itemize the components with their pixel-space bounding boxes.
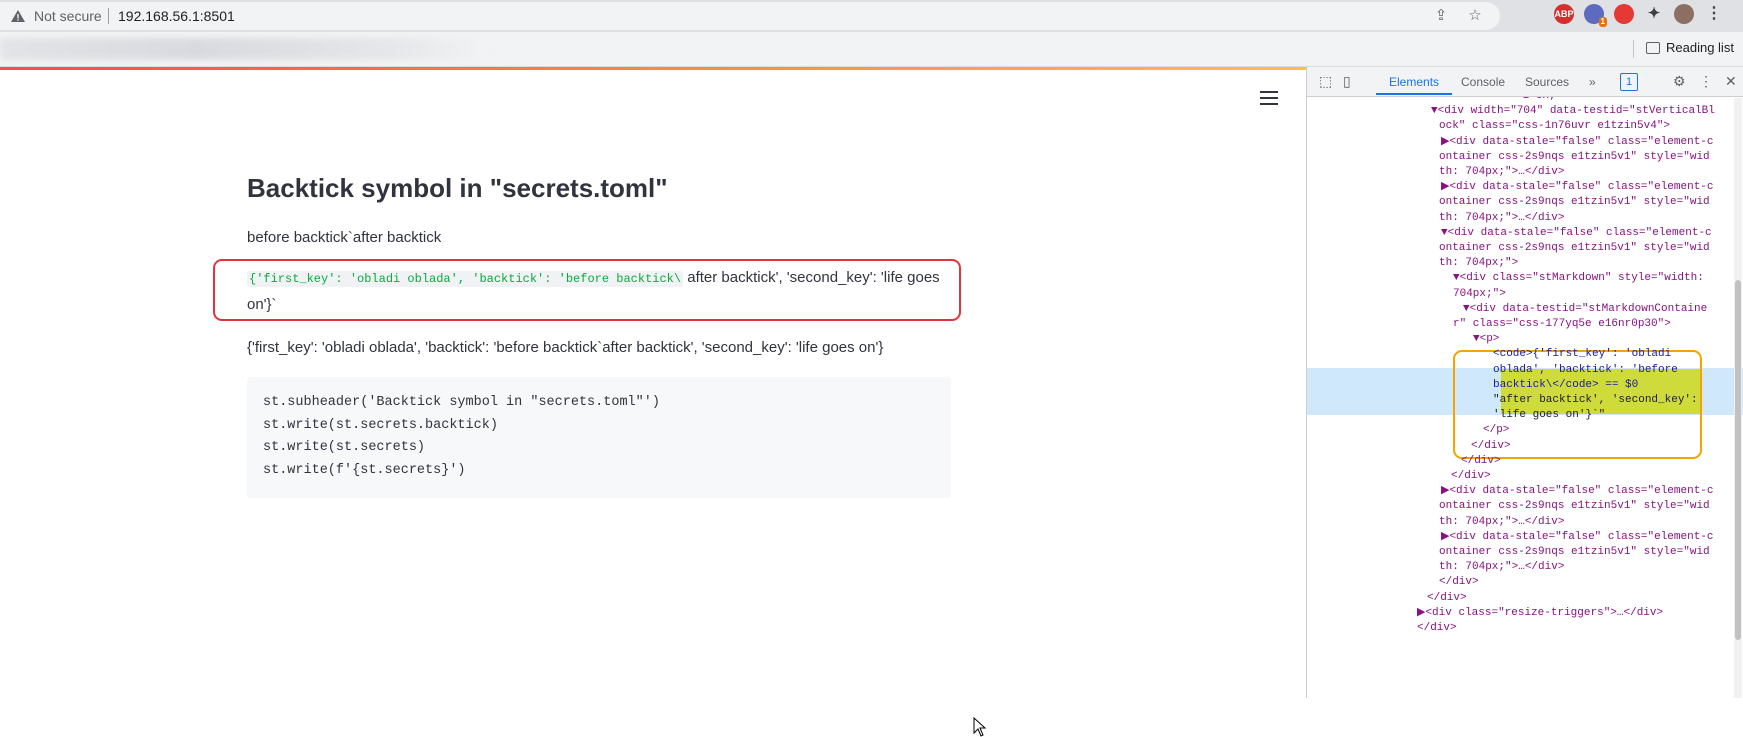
avatar[interactable] [1674, 4, 1694, 24]
dom-tree-line[interactable]: ▶<div data-stale="false" class="element-… [1441, 180, 1714, 195]
more-tabs-icon[interactable]: » [1589, 75, 1596, 89]
dom-tree-line[interactable]: "after backtick', 'second_key': [1493, 393, 1698, 408]
dom-tree-line[interactable]: ▼<p> [1473, 332, 1499, 347]
dom-tree-line[interactable]: ontainer css-2s9nqs e1tzin5v1" style="wi… [1439, 499, 1710, 514]
dom-tree-line[interactable]: ▶<div data-stale="false" class="element-… [1441, 484, 1714, 499]
dom-tree-line[interactable]: ock" class="css-1n76uvr e1tzin5v4"> [1439, 119, 1670, 134]
dom-tree-line[interactable]: ontainer css-2s9nqs e1tzin5v1" style="wi… [1439, 150, 1710, 165]
close-devtools-icon[interactable]: ✕ [1725, 73, 1737, 90]
extension-red-icon[interactable] [1614, 4, 1634, 24]
devtools-menu-icon[interactable]: ⋮ [1699, 73, 1713, 90]
page-subheader: Backtick symbol in "secrets.toml" [247, 173, 668, 203]
dom-tree-line[interactable]: 'life goes on'}`" [1493, 408, 1605, 423]
url-text[interactable]: 192.168.56.1:8501 [118, 8, 235, 24]
dom-tree-line[interactable]: </div> [1427, 591, 1467, 606]
annotation-red-box [213, 259, 961, 321]
devtools-scroll-thumb[interactable] [1735, 280, 1741, 640]
settings-gear-icon[interactable]: ⚙ [1673, 73, 1686, 90]
dom-tree-line[interactable]: </div> [1471, 439, 1511, 454]
puzzle-icon[interactable]: ✦ [1644, 4, 1664, 24]
dom-tree-line[interactable]: </div> [1451, 469, 1491, 484]
inspect-icon[interactable]: ⬚ [1319, 73, 1332, 90]
reading-list-icon [1646, 41, 1660, 54]
mouse-cursor-icon [973, 717, 987, 737]
security-label[interactable]: Not secure [34, 8, 102, 24]
extension-badge: 1 [1598, 17, 1607, 27]
dom-tree-line[interactable]: oblada', 'backtick': 'before [1493, 363, 1678, 378]
devtools-panel: ⬚ ▯ Elements Console Sources » 1 ⚙ ⋮ ✕ i… [1306, 67, 1743, 698]
adblock-icon[interactable]: ABP [1554, 4, 1574, 24]
dom-tree-line[interactable]: ▼<div class="stMarkdown" style="width: [1453, 271, 1704, 286]
dom-tree-line[interactable]: th: 704px;"> [1439, 256, 1518, 271]
bookmarks-bar: Reading list [0, 32, 1743, 67]
dom-tree-line[interactable]: th: 704px;">…</div> [1439, 211, 1564, 226]
dom-tree-line[interactable]: 704px;"> [1453, 287, 1506, 302]
dom-tree-line[interactable]: ▶<div class="resize-triggers">…</div> [1417, 606, 1663, 621]
decoration-bar [0, 67, 1306, 70]
tab-sources[interactable]: Sources [1525, 75, 1569, 89]
warning-icon[interactable] [10, 9, 26, 23]
dom-tree-line[interactable]: th: 704px;">…</div> [1439, 515, 1564, 530]
share-icon[interactable]: ⇪ [1432, 7, 1450, 25]
dom-tree-line[interactable]: </div> [1439, 575, 1479, 590]
omnibox[interactable]: Not secure 192.168.56.1:8501 ⇪ ☆ [0, 2, 1500, 30]
omnibox-divider [108, 8, 109, 24]
dom-tree-line[interactable]: ontainer css-2s9nqs e1tzin5v1" style="wi… [1439, 241, 1710, 256]
active-tab-indicator [1376, 93, 1452, 95]
hamburger-menu-icon[interactable] [1260, 87, 1278, 109]
extension-icon[interactable]: 1 [1584, 4, 1607, 27]
dom-tree-line[interactable]: <code>{'first_key': 'obladi [1493, 347, 1671, 362]
dom-tree-line[interactable]: ▼<div width="704" data-testid="stVertica… [1431, 104, 1715, 119]
dom-tree-line[interactable]: ontainer css-2s9nqs e1tzin5v1" style="wi… [1439, 195, 1710, 210]
issues-badge[interactable]: 1 [1620, 73, 1639, 91]
dom-tree-line[interactable]: i-ex;"> [1417, 97, 1569, 104]
dom-tree-line[interactable]: </p> [1483, 423, 1509, 438]
devtools-tabbar: ⬚ ▯ Elements Console Sources » 1 ⚙ ⋮ ✕ [1307, 67, 1743, 97]
backtick-text: before backtick`after backtick [247, 229, 442, 246]
code-line: st.subheader('Backtick symbol in "secret… [263, 395, 660, 410]
fstring-text: {'first_key': 'obladi oblada', 'backtick… [247, 339, 884, 356]
reading-list-label: Reading list [1666, 40, 1734, 55]
bookmarks-divider [1633, 40, 1634, 58]
device-toolbar-icon[interactable]: ▯ [1343, 73, 1351, 90]
code-line: st.write(st.secrets) [263, 440, 426, 455]
dom-tree-line[interactable]: ▼<div data-testid="stMarkdownContaine [1463, 302, 1707, 317]
dom-tree-line[interactable]: r" class="css-177yq5e e16nr0p30"> [1453, 317, 1671, 332]
dom-tree-line[interactable]: ▶<div data-stale="false" class="element-… [1441, 135, 1714, 150]
code-line: st.write(f'{st.secrets}') [263, 462, 466, 478]
reading-list-button[interactable]: Reading list [1646, 40, 1734, 55]
tab-elements[interactable]: Elements [1389, 75, 1439, 89]
tab-console[interactable]: Console [1461, 75, 1505, 89]
dom-tree[interactable]: i-ex;">▼<div width="704" data-testid="st… [1307, 97, 1743, 698]
dom-tree-line[interactable]: th: 704px;">…</div> [1439, 560, 1564, 575]
blurred-bookmarks [0, 38, 490, 60]
streamlit-page: Backtick symbol in "secrets.toml" before… [0, 67, 1306, 737]
kebab-menu-icon[interactable]: ⋮ [1704, 4, 1724, 24]
dom-tree-line[interactable]: ▶<div data-stale="false" class="element-… [1441, 530, 1714, 545]
dom-tree-line[interactable]: th: 704px;">…</div> [1439, 165, 1564, 180]
dom-tree-line[interactable]: </div> [1461, 454, 1501, 469]
dom-tree-line[interactable]: backtick\</code> == $0 [1493, 378, 1638, 393]
browser-toolbar: Not secure 192.168.56.1:8501 ⇪ ☆ ABP 1 ✦… [0, 0, 1743, 32]
dom-tree-line[interactable]: ▼<div data-stale="false" class="element-… [1441, 226, 1712, 241]
bookmark-star-icon[interactable]: ☆ [1466, 7, 1484, 25]
dom-tree-line[interactable]: </div> [1417, 621, 1457, 636]
code-block: st.subheader('Backtick symbol in "secret… [247, 377, 951, 498]
dom-tree-line[interactable]: ontainer css-2s9nqs e1tzin5v1" style="wi… [1439, 545, 1710, 560]
code-line: st.write(st.secrets.backtick) [263, 417, 498, 433]
